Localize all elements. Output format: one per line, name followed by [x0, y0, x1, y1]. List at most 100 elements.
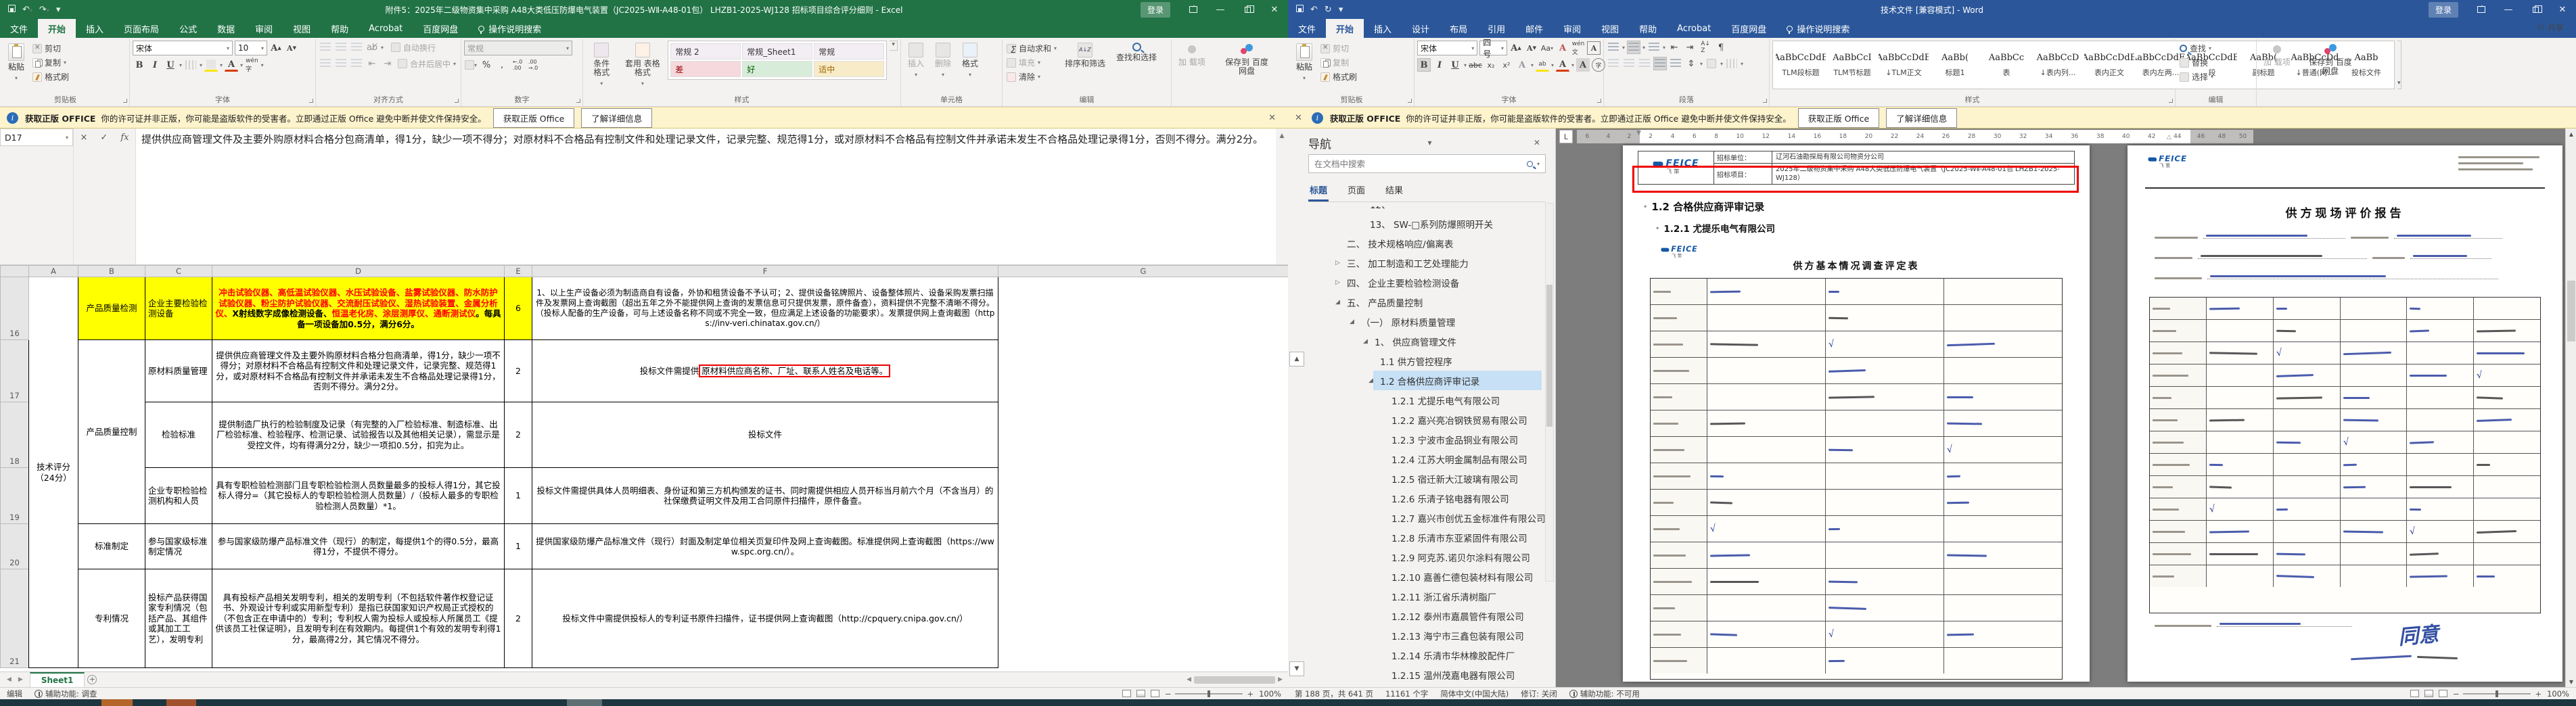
- font-color-button[interactable]: A: [225, 58, 238, 72]
- word-page-indicator[interactable]: 第 188 页，共 641 页: [1295, 688, 1373, 699]
- word-track-changes[interactable]: 修订: 关闭: [1521, 688, 1557, 699]
- zoom-knob[interactable]: [2496, 690, 2498, 697]
- nav-scroll-up-icon[interactable]: ▲: [1289, 352, 1304, 367]
- clear-button[interactable]: 清除▾: [1005, 70, 1058, 83]
- cell-c20[interactable]: 参与国家级标准制定情况: [145, 524, 212, 569]
- cell-style-chip[interactable]: 常规 2: [670, 43, 741, 60]
- cell-style-chip[interactable]: 适中: [814, 61, 884, 77]
- grow-font-button[interactable]: A▲: [1509, 41, 1523, 55]
- cell-d17[interactable]: 提供供应商管理文件及主要外购原材料合格分包商清单，得1分，缺少一项不得分；对原材…: [212, 340, 505, 402]
- word-ribbon-tab[interactable]: 帮助: [1629, 19, 1667, 38]
- minimize-button[interactable]: —: [1207, 0, 1234, 19]
- cell-style-chip[interactable]: 好: [742, 61, 812, 77]
- nav-heading-item[interactable]: 12、: [1308, 206, 1546, 214]
- cell-e16[interactable]: 6: [505, 277, 532, 340]
- excel-ribbon-tab[interactable]: 页面布局: [114, 19, 169, 38]
- percent-style-icon[interactable]: %: [480, 58, 493, 72]
- paste-button[interactable]: 粘贴▾: [4, 41, 28, 85]
- excel-zoom-level[interactable]: 100%: [1259, 689, 1281, 699]
- character-shading-icon[interactable]: A: [1576, 58, 1590, 72]
- scroll-down-icon[interactable]: ▼: [2566, 676, 2576, 687]
- comma-style-icon[interactable]: ,: [495, 58, 509, 72]
- cell-f20[interactable]: 提供国家级防爆产品标准文件（现行）封面及制定单位相关页复印件及网上查询截图。标准…: [532, 524, 998, 569]
- get-genuine-office-button[interactable]: 获取正版 Office: [1798, 108, 1879, 128]
- ribbon-display-options-icon[interactable]: [1180, 0, 1207, 19]
- cell-b21[interactable]: 专利情况: [78, 569, 145, 668]
- cell-c16[interactable]: 企业主要检验检测设备: [145, 277, 212, 340]
- redo-icon[interactable]: ↻: [1325, 5, 1332, 15]
- word-ribbon-tab[interactable]: 文件: [1288, 19, 1326, 38]
- word-accessibility-status[interactable]: 辅助功能: 不可用: [1569, 688, 1640, 699]
- cell-d16[interactable]: 冲击试验仪器、高低温试验仪器、水压试验设备、盐雾试验仪器、防水防护试验仪器、粉尘…: [212, 277, 505, 340]
- word-style-chip[interactable]: AaBbCcDdE↓TLM正文: [1879, 43, 1929, 87]
- align-middle-icon[interactable]: [334, 41, 348, 54]
- word-ribbon-tab[interactable]: 视图: [1591, 19, 1629, 38]
- word-ribbon-tab[interactable]: 设计: [1402, 19, 1440, 38]
- superscript-icon[interactable]: x²: [1500, 58, 1513, 72]
- insert-function-icon[interactable]: fx: [120, 133, 129, 143]
- format-cells-button[interactable]: 格式▾: [958, 41, 982, 81]
- cell-g-empty[interactable]: [998, 277, 1289, 668]
- cell-a16-merged[interactable]: 技术评分 （24分）: [29, 277, 78, 668]
- nav-heading-item[interactable]: 1.1 供方管控程序: [1308, 351, 1546, 371]
- right-indent-marker[interactable]: △: [2167, 134, 2173, 145]
- row-header-20[interactable]: 20: [1, 524, 29, 569]
- orientation-icon[interactable]: ab̸: [365, 41, 379, 54]
- excel-ribbon-tab[interactable]: 帮助: [321, 19, 359, 38]
- nav-heading-item[interactable]: 1.2.1 尤提乐电气有限公司: [1308, 390, 1546, 410]
- replace-button[interactable]: 替换: [2178, 56, 2215, 69]
- nav-pane-scrollbar[interactable]: [1545, 203, 1554, 582]
- cell-style-chip[interactable]: 常规: [814, 43, 884, 60]
- row-header-18[interactable]: 18: [1, 402, 29, 468]
- nav-heading-item[interactable]: 二、 技术规格响应/偏离表: [1308, 233, 1546, 253]
- format-painter-button[interactable]: 格式刷: [31, 70, 70, 83]
- word-login-button[interactable]: 登录: [2429, 2, 2458, 18]
- excel-zoom-slider[interactable]: −+: [1165, 689, 1254, 699]
- cell-e21[interactable]: 2: [505, 569, 532, 668]
- word-ribbon-tab[interactable]: 布局: [1440, 19, 1477, 38]
- column-header-b[interactable]: B: [78, 266, 145, 277]
- read-mode-icon[interactable]: [2410, 690, 2419, 697]
- align-right-icon[interactable]: [1638, 57, 1651, 70]
- excel-ribbon-tab[interactable]: 公式: [169, 19, 207, 38]
- bold-button[interactable]: B: [133, 58, 146, 72]
- nav-heading-item[interactable]: 1.2.8 乐清市东亚紧固件有限公司: [1308, 527, 1546, 547]
- sheet-nav-left-icon[interactable]: ◀: [7, 676, 12, 683]
- cell-style-chip[interactable]: 差: [670, 61, 741, 77]
- align-center-icon[interactable]: [1622, 57, 1636, 70]
- nav-heading-item[interactable]: ◢1、 供应商管理文件: [1308, 331, 1546, 351]
- new-sheet-icon[interactable]: +: [85, 672, 99, 687]
- excel-ribbon-tab[interactable]: 数据: [207, 19, 245, 38]
- justify-icon[interactable]: [1653, 57, 1667, 70]
- cell-e18[interactable]: 2: [505, 402, 532, 468]
- word-ribbon-tab[interactable]: 邮件: [1515, 19, 1553, 38]
- multilevel-list-icon[interactable]: [1647, 41, 1661, 54]
- redo-icon[interactable]: ↷▾: [39, 5, 49, 15]
- excel-search-tab[interactable]: 操作说明搜索: [468, 19, 551, 38]
- decrease-indent-icon[interactable]: ⇤: [1668, 41, 1681, 54]
- word-style-chip[interactable]: AaBbCcDdETLM段标题: [1776, 43, 1826, 87]
- nav-heading-item[interactable]: 1.2.15 温州茂嘉电器有限公司: [1308, 665, 1546, 684]
- column-header-e[interactable]: E: [505, 266, 532, 277]
- number-dialog-launcher-icon[interactable]: [576, 99, 580, 103]
- nav-heading-item[interactable]: ◢五、 产品质量控制: [1308, 292, 1546, 312]
- close-button[interactable]: ✕: [2549, 0, 2576, 19]
- search-options-chevron-icon[interactable]: ▾: [1537, 161, 1540, 167]
- cell-c17[interactable]: 原材料质量管理: [145, 340, 212, 402]
- font-dialog-launcher-icon[interactable]: [1597, 99, 1601, 103]
- close-button[interactable]: ✕: [1261, 0, 1288, 19]
- taskbar-app-blip[interactable]: [567, 699, 602, 706]
- borders-icon[interactable]: [1725, 57, 1739, 70]
- cell-b17-merged[interactable]: 产品质量控制: [78, 340, 145, 524]
- phonetic-button[interactable]: wén字: [245, 58, 259, 72]
- font-name-combo[interactable]: 宋体▾: [133, 41, 233, 55]
- excel-accessibility-status[interactable]: 辅助功能: 调查: [34, 688, 97, 699]
- excel-ribbon-tab[interactable]: Acrobat: [359, 19, 413, 38]
- sort-icon[interactable]: A↓Z: [1699, 41, 1712, 54]
- clear-formatting-icon[interactable]: A: [1556, 41, 1569, 55]
- excel-ribbon-tab[interactable]: 审阅: [245, 19, 283, 38]
- fill-color-button[interactable]: [204, 58, 218, 72]
- nav-heading-item[interactable]: 1.2.9 阿克苏.诺贝尔涂料有限公司: [1308, 547, 1546, 567]
- shrink-font-button[interactable]: A▼: [285, 41, 298, 55]
- number-format-combo[interactable]: 常规▾: [464, 41, 572, 55]
